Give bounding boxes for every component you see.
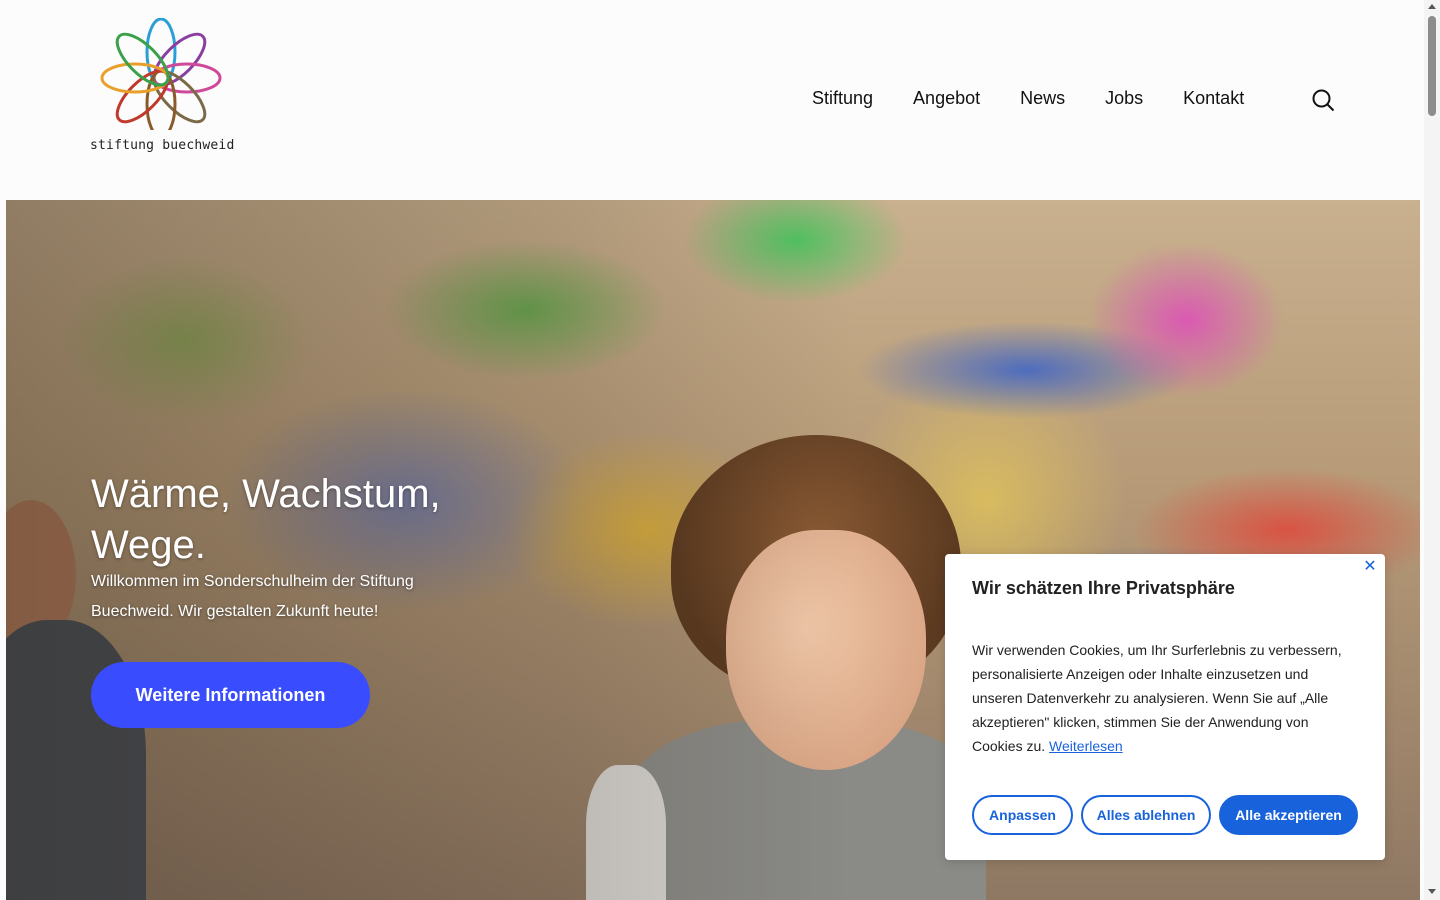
scroll-up-icon[interactable] — [1428, 4, 1436, 9]
more-info-button[interactable]: Weitere Informationen — [91, 662, 370, 728]
nav-item-kontakt[interactable]: Kontakt — [1183, 88, 1244, 109]
search-icon[interactable] — [1311, 88, 1335, 112]
reject-all-button[interactable]: Alles ablehnen — [1081, 795, 1211, 835]
nav-item-jobs[interactable]: Jobs — [1105, 88, 1143, 109]
accept-all-button[interactable]: Alle akzeptieren — [1219, 795, 1358, 835]
nav-item-angebot[interactable]: Angebot — [913, 88, 980, 109]
scrollbar-thumb[interactable] — [1428, 16, 1436, 116]
hero-title: Wärme, Wachstum, Wege. — [91, 471, 441, 567]
nav-item-stiftung[interactable]: Stiftung — [812, 88, 873, 109]
cookie-title: Wir schätzen Ihre Privatsphäre — [972, 578, 1235, 598]
cookie-text: Wir verwenden Cookies, um Ihr Surferlebn… — [972, 638, 1352, 758]
read-more-link[interactable]: Weiterlesen — [1049, 738, 1123, 754]
nav-item-news[interactable]: News — [1020, 88, 1065, 109]
flower-logo-icon — [100, 18, 222, 130]
cookie-buttons: Anpassen Alles ablehnen Alle akzeptieren — [972, 795, 1358, 835]
cookie-dialog: ✕ Wir schätzen Ihre Privatsphäre Wir ver… — [945, 554, 1385, 860]
cookie-body: Wir verwenden Cookies, um Ihr Surferlebn… — [972, 642, 1342, 754]
logo-text: stiftung buechweid — [90, 138, 235, 153]
scrollbar[interactable] — [1424, 0, 1440, 900]
customize-button[interactable]: Anpassen — [972, 795, 1073, 835]
site-header: stiftung buechweid Stiftung Angebot News… — [0, 0, 1424, 200]
hero-subtitle: Willkommen im Sonderschulheim der Stiftu… — [91, 573, 414, 620]
logo[interactable]: stiftung buechweid — [88, 18, 238, 158]
main-nav: Stiftung Angebot News Jobs Kontakt — [812, 88, 1244, 109]
scroll-down-icon[interactable] — [1428, 889, 1436, 894]
close-icon[interactable]: ✕ — [1363, 559, 1377, 575]
